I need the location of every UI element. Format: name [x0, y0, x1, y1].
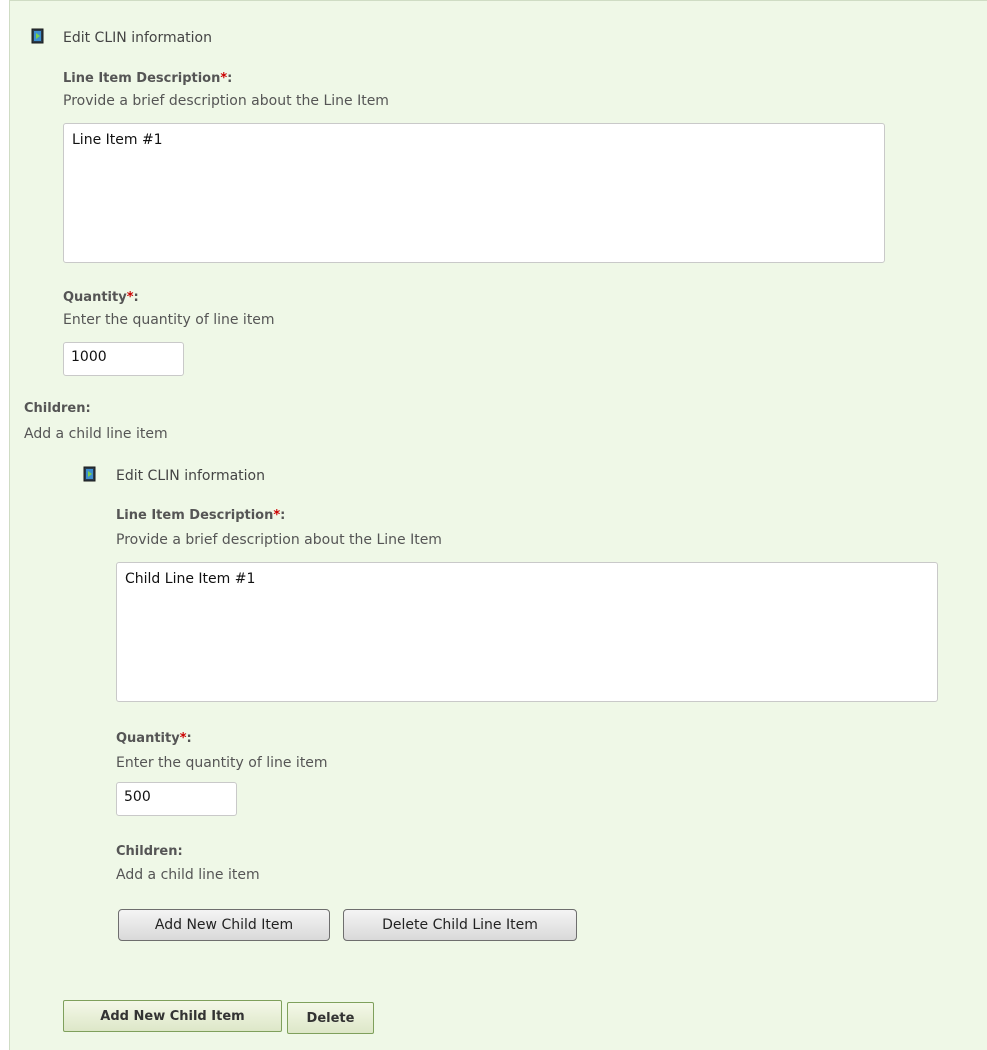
child-add-new-child-button[interactable]: Add New Child Item	[118, 909, 330, 941]
edit-document-icon[interactable]	[31, 28, 45, 44]
clin-panel: Edit CLIN information Line Item Descript…	[9, 0, 987, 1050]
add-new-child-button[interactable]: Add New Child Item	[63, 1000, 282, 1032]
child-children-label: Children:	[116, 844, 183, 859]
edit-document-icon[interactable]	[83, 466, 97, 482]
child-description-label: Line Item Description*:	[116, 508, 285, 523]
required-mark: *	[179, 731, 187, 746]
label-colon: :	[186, 731, 192, 746]
required-mark: *	[126, 290, 134, 305]
description-label-text: Line Item Description	[63, 71, 221, 86]
child-quantity-value: 500	[124, 789, 151, 805]
label-colon: :	[133, 290, 139, 305]
quantity-label: Quantity*:	[63, 290, 139, 305]
children-label: Children:	[24, 401, 91, 416]
delete-button[interactable]: Delete	[287, 1002, 374, 1034]
children-hint: Add a child line item	[24, 426, 168, 442]
child-description-value: Child Line Item #1	[125, 571, 256, 587]
child-description-hint: Provide a brief description about the Li…	[116, 532, 442, 548]
child-quantity-hint: Enter the quantity of line item	[116, 755, 328, 771]
child-edit-clin-header[interactable]: Edit CLIN information	[116, 468, 265, 484]
description-label: Line Item Description*:	[63, 71, 232, 86]
child-quantity-label: Quantity*:	[116, 731, 192, 746]
label-colon: :	[280, 508, 286, 523]
edit-clin-header[interactable]: Edit CLIN information	[63, 30, 212, 46]
description-textarea[interactable]: Line Item #1	[63, 123, 885, 263]
quantity-hint: Enter the quantity of line item	[63, 312, 275, 328]
child-description-label-text: Line Item Description	[116, 508, 274, 523]
quantity-value: 1000	[71, 349, 107, 365]
child-quantity-input[interactable]: 500	[116, 782, 237, 816]
description-hint: Provide a brief description about the Li…	[63, 93, 389, 109]
label-colon: :	[227, 71, 233, 86]
quantity-label-text: Quantity	[63, 290, 127, 305]
child-quantity-label-text: Quantity	[116, 731, 180, 746]
child-description-textarea[interactable]: Child Line Item #1	[116, 562, 938, 702]
description-value: Line Item #1	[72, 132, 163, 148]
delete-child-line-item-button[interactable]: Delete Child Line Item	[343, 909, 577, 941]
quantity-input[interactable]: 1000	[63, 342, 184, 376]
child-children-hint: Add a child line item	[116, 867, 260, 883]
